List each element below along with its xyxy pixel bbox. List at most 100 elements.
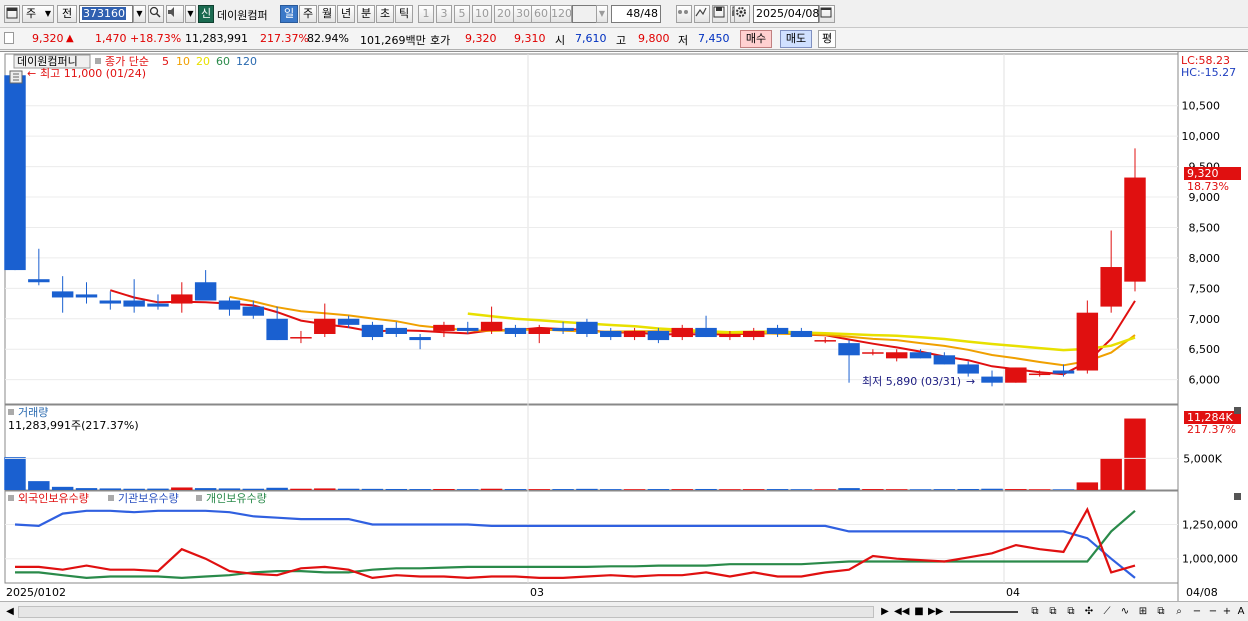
scroll-left-icon[interactable]: ◀ (3, 605, 17, 619)
candle-down (647, 330, 670, 341)
individual-bullet (196, 495, 202, 501)
interval-1-button[interactable]: 1 (418, 5, 434, 23)
ma-label-10[interactable]: 10 (176, 55, 190, 68)
quote-checkbox[interactable] (4, 32, 14, 44)
period-select[interactable]: 주 ▼ (22, 5, 54, 23)
period-year-button[interactable]: 년 (337, 5, 355, 23)
save-icon[interactable] (712, 5, 728, 23)
volume-bar (1028, 489, 1051, 490)
volume-bar (337, 488, 360, 490)
volume-bar (171, 487, 193, 490)
volume-bar (457, 489, 479, 490)
sell-button[interactable]: 매도 (780, 30, 812, 48)
period-week-button[interactable]: 주 (299, 5, 317, 23)
stop-icon[interactable]: ■ (912, 605, 926, 619)
volume-bar (123, 488, 145, 490)
code-dropdown-button[interactable]: ▼ (133, 5, 146, 23)
crosshair-icon[interactable]: ✣ (1082, 605, 1096, 619)
interval-120-button[interactable]: 120 (550, 5, 572, 23)
layout2-icon[interactable]: ⧉ (1046, 605, 1060, 619)
candle-up (814, 340, 836, 342)
interval-60-button[interactable]: 60 (531, 5, 551, 23)
copy-icon[interactable]: ⧉ (1154, 605, 1168, 619)
layout3-icon[interactable]: ⧉ (1064, 605, 1078, 619)
interval-3-button[interactable]: 3 (436, 5, 452, 23)
institution-series-label[interactable]: 기관보유수량 (118, 492, 179, 505)
ma-label-5[interactable]: 5 (162, 55, 169, 68)
buy-button[interactable]: 매수 (740, 30, 772, 48)
interval-5-button[interactable]: 5 (454, 5, 470, 23)
interval-20-button[interactable]: 20 (494, 5, 514, 23)
chart-canvas[interactable]: 6,0006,5007,0007,5008,0008,5009,0009,500… (0, 52, 1248, 602)
gear-icon[interactable] (734, 5, 750, 23)
price-tick-label: 6,500 (1189, 343, 1221, 356)
foreign-series-label[interactable]: 외국인보유수량 (18, 492, 89, 505)
volume-value-label: 11,283,991주(217.37%) (8, 419, 139, 432)
volume-bar (933, 489, 956, 490)
ma-label-120[interactable]: 120 (236, 55, 257, 68)
stock-code-input[interactable]: 373160 (79, 5, 133, 23)
volume-bullet (8, 409, 14, 415)
volume-bar (504, 489, 527, 490)
date-input[interactable]: 2025/04/08 (753, 5, 819, 23)
volume-bar (743, 489, 765, 490)
volume-bar (957, 488, 979, 490)
volume-title[interactable]: 거래량 (18, 406, 48, 419)
candle-up (480, 321, 503, 331)
eval-button[interactable]: 평 (818, 30, 836, 48)
price-tick-label: 7,500 (1189, 282, 1221, 295)
candle-down (957, 364, 979, 374)
interval-30-button[interactable]: 30 (513, 5, 533, 23)
period-minute-button[interactable]: 분 (357, 5, 375, 23)
ma-label-20[interactable]: 20 (196, 55, 210, 68)
zoom-icon[interactable]: ⌕ (1172, 605, 1186, 619)
interval-10-button[interactable]: 10 (472, 5, 492, 23)
rewind-icon[interactable]: ◀◀ (894, 605, 909, 619)
scroll-right-icon[interactable]: ▶ (878, 605, 892, 619)
volume-bar (28, 481, 50, 490)
scrollbar-track[interactable] (18, 606, 874, 618)
interval-input[interactable] (572, 5, 597, 23)
interval-dropdown-button[interactable]: ▼ (596, 5, 608, 23)
period-day-button[interactable]: 일 (280, 5, 298, 23)
forward-icon[interactable]: ▶▶ (928, 605, 943, 619)
prev-button[interactable]: 전 (57, 5, 77, 23)
compare-icon[interactable] (676, 5, 692, 23)
low-price: 7,450 (698, 32, 730, 45)
search-icon[interactable] (148, 5, 164, 23)
institution-bullet (108, 495, 114, 501)
period-month-button[interactable]: 월 (318, 5, 336, 23)
chart-type2-icon[interactable]: ⊞ (1136, 605, 1150, 619)
zoom-out-icon[interactable]: − (1190, 605, 1204, 619)
period-second-button[interactable]: 초 (376, 5, 394, 23)
draw-tool-icon[interactable] (694, 5, 710, 23)
close-icon[interactable] (1234, 493, 1241, 500)
count-input[interactable]: 48/48 (611, 5, 661, 23)
window-icon[interactable] (4, 5, 20, 23)
current-price-tag-text: 9,320 (1187, 167, 1219, 180)
zoom-slider[interactable] (950, 611, 1018, 613)
candle-down (766, 327, 789, 334)
trend-icon[interactable]: ⟋ (1100, 605, 1114, 619)
layout-icon[interactable]: ⧉ (1028, 605, 1042, 619)
chart-area[interactable]: 6,0006,5007,0007,5008,0008,5009,0009,500… (0, 51, 1248, 602)
close-icon[interactable] (1234, 407, 1241, 414)
candle-down (838, 343, 860, 356)
ma-label-60[interactable]: 60 (216, 55, 230, 68)
individual-series-label[interactable]: 개인보유수량 (206, 492, 267, 505)
calendar-icon[interactable] (819, 5, 835, 23)
volume-bar (790, 489, 813, 490)
chevron-down-icon: ▼ (136, 9, 143, 18)
speaker-dropdown-button[interactable]: ▼ (185, 5, 196, 23)
minus-icon[interactable]: − (1206, 605, 1220, 619)
candle-up (1005, 367, 1027, 383)
chart-type-icon[interactable]: ∿ (1118, 605, 1132, 619)
candle-down (385, 327, 407, 334)
turnover-rate: 82.94% (307, 32, 349, 45)
foreign-bullet (8, 495, 14, 501)
zoom-in-icon[interactable]: + (1220, 605, 1234, 619)
auto-scale-icon[interactable]: A (1234, 605, 1248, 619)
period-tick-button[interactable]: 틱 (395, 5, 413, 23)
price-change-pct: +18.73% (130, 32, 182, 45)
speaker-icon[interactable] (166, 5, 184, 23)
